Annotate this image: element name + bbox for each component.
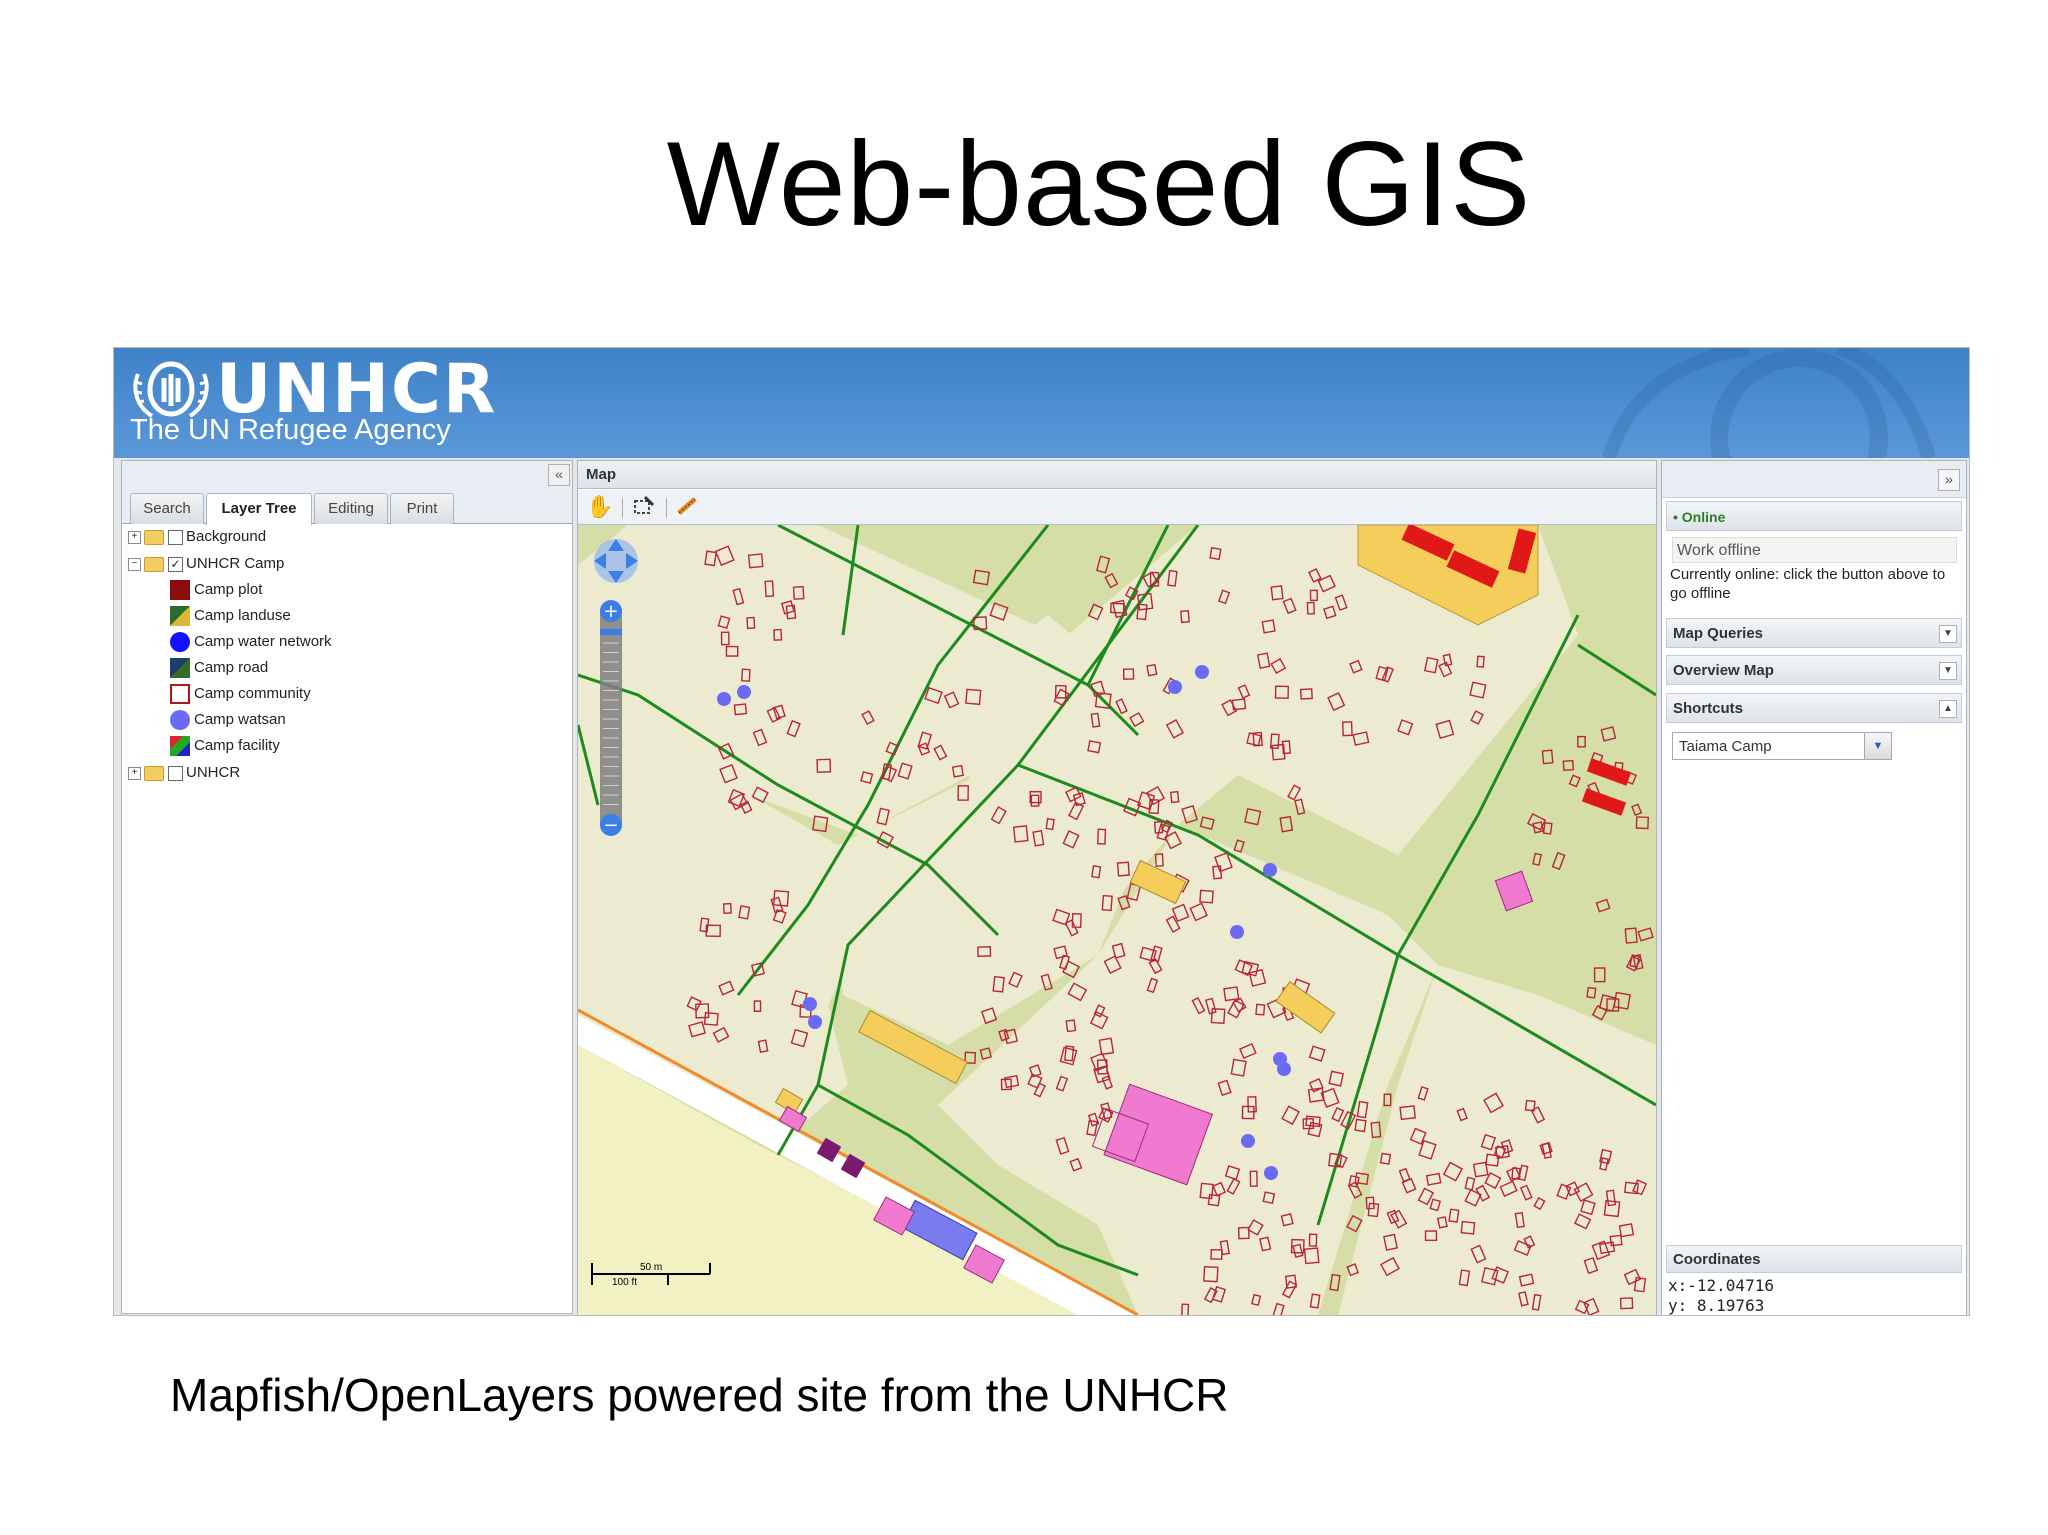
app-screenshot: UNHCR The UN Refugee Agency « Search Lay… bbox=[113, 347, 1970, 1316]
red-outline-square-icon bbox=[170, 684, 190, 705]
blue-circle-icon bbox=[170, 632, 190, 653]
facility-icon bbox=[170, 736, 190, 757]
layer-camp-plot[interactable]: Camp plot bbox=[170, 578, 262, 602]
map-title: Map bbox=[578, 461, 1656, 489]
layer-camp-water-network[interactable]: Camp water network bbox=[170, 630, 332, 654]
tab-search[interactable]: Search bbox=[130, 493, 204, 524]
landuse-icon bbox=[170, 606, 190, 627]
road-icon bbox=[170, 658, 190, 679]
slide-title: Web-based GIS bbox=[666, 117, 1532, 251]
section-map-queries[interactable]: Map Queries ▼ bbox=[1666, 618, 1962, 648]
layer-checkbox[interactable] bbox=[168, 765, 183, 781]
measure-icon[interactable] bbox=[674, 493, 702, 521]
folder-icon bbox=[144, 765, 164, 781]
zoom-bar[interactable]: + − bbox=[600, 600, 622, 836]
collapse-left-button[interactable]: « bbox=[548, 464, 570, 486]
collapse-right-button[interactable]: » bbox=[1938, 469, 1960, 491]
tree-node-background[interactable]: + Background bbox=[128, 525, 266, 549]
zoom-box-icon[interactable] bbox=[630, 493, 658, 521]
layer-panel: « Search Layer Tree Editing Print + Backg… bbox=[121, 460, 573, 1314]
work-offline-button[interactable]: Work offline bbox=[1672, 537, 1957, 563]
online-message: Currently online: click the button above… bbox=[1670, 566, 1946, 602]
light-blue-circle-icon bbox=[170, 710, 190, 731]
svg-text:+: + bbox=[603, 601, 618, 622]
layer-checkbox[interactable] bbox=[168, 529, 183, 545]
layer-camp-road[interactable]: Camp road bbox=[170, 656, 268, 680]
folder-icon bbox=[144, 529, 164, 545]
layer-camp-community[interactable]: Camp community bbox=[170, 682, 311, 706]
chevron-up-icon[interactable]: ▲ bbox=[1939, 700, 1957, 718]
shortcut-select[interactable]: Taiama Camp ▼ bbox=[1672, 732, 1892, 760]
coordinates-header: Coordinates bbox=[1666, 1245, 1962, 1273]
map-panel: Map ✋ + − 50 m 100 ft bbox=[577, 460, 1657, 1315]
map-canvas[interactable]: + − 50 m 100 ft bbox=[578, 525, 1656, 1315]
tab-editing[interactable]: Editing bbox=[314, 493, 388, 524]
layer-checkbox[interactable]: ✓ bbox=[168, 556, 183, 572]
slide-caption: Mapfish/OpenLayers powered site from the… bbox=[170, 1369, 1229, 1421]
expand-icon[interactable]: + bbox=[128, 766, 141, 780]
logo-subtitle: The UN Refugee Agency bbox=[130, 414, 451, 446]
scale-top-label: 50 m bbox=[640, 1262, 662, 1273]
coord-x: x:-12.04716 bbox=[1668, 1276, 1774, 1295]
scale-bottom-label: 100 ft bbox=[612, 1277, 637, 1288]
expand-icon[interactable]: + bbox=[128, 530, 141, 544]
chevron-down-icon[interactable]: ▼ bbox=[1939, 662, 1957, 680]
coord-y: y: 8.19763 bbox=[1668, 1296, 1765, 1315]
section-shortcuts[interactable]: Shortcuts ▲ bbox=[1666, 693, 1962, 723]
online-status: • Online bbox=[1666, 501, 1962, 531]
layer-camp-watsan[interactable]: Camp watsan bbox=[170, 708, 286, 732]
section-overview-map[interactable]: Overview Map ▼ bbox=[1666, 655, 1962, 685]
chevron-down-icon[interactable]: ▼ bbox=[1939, 625, 1957, 643]
dropdown-arrow-icon[interactable]: ▼ bbox=[1864, 733, 1891, 759]
app-header: UNHCR The UN Refugee Agency bbox=[114, 348, 1969, 458]
tree-node-unhcr[interactable]: + UNHCR bbox=[128, 761, 240, 785]
layer-camp-landuse[interactable]: Camp landuse bbox=[170, 604, 291, 628]
layer-camp-facility[interactable]: Camp facility bbox=[170, 734, 280, 758]
svg-text:−: − bbox=[603, 815, 618, 836]
collapse-icon[interactable]: − bbox=[128, 557, 141, 571]
tab-print[interactable]: Print bbox=[390, 493, 454, 524]
tab-layer-tree[interactable]: Layer Tree bbox=[206, 493, 312, 525]
tree-node-unhcr-camp[interactable]: − ✓ UNHCR Camp bbox=[128, 552, 284, 576]
map-toolbar: ✋ bbox=[578, 490, 1656, 525]
tools-panel: » • Online Work offline Currently online… bbox=[1661, 460, 1967, 1315]
header-decoration-icon bbox=[1602, 348, 1936, 458]
folder-open-icon bbox=[144, 556, 164, 572]
pan-hand-icon[interactable]: ✋ bbox=[586, 493, 614, 521]
pan-control[interactable] bbox=[594, 539, 638, 583]
panel-tabs: Search Layer Tree Editing Print bbox=[122, 489, 572, 525]
dark-red-square-icon bbox=[170, 580, 190, 601]
